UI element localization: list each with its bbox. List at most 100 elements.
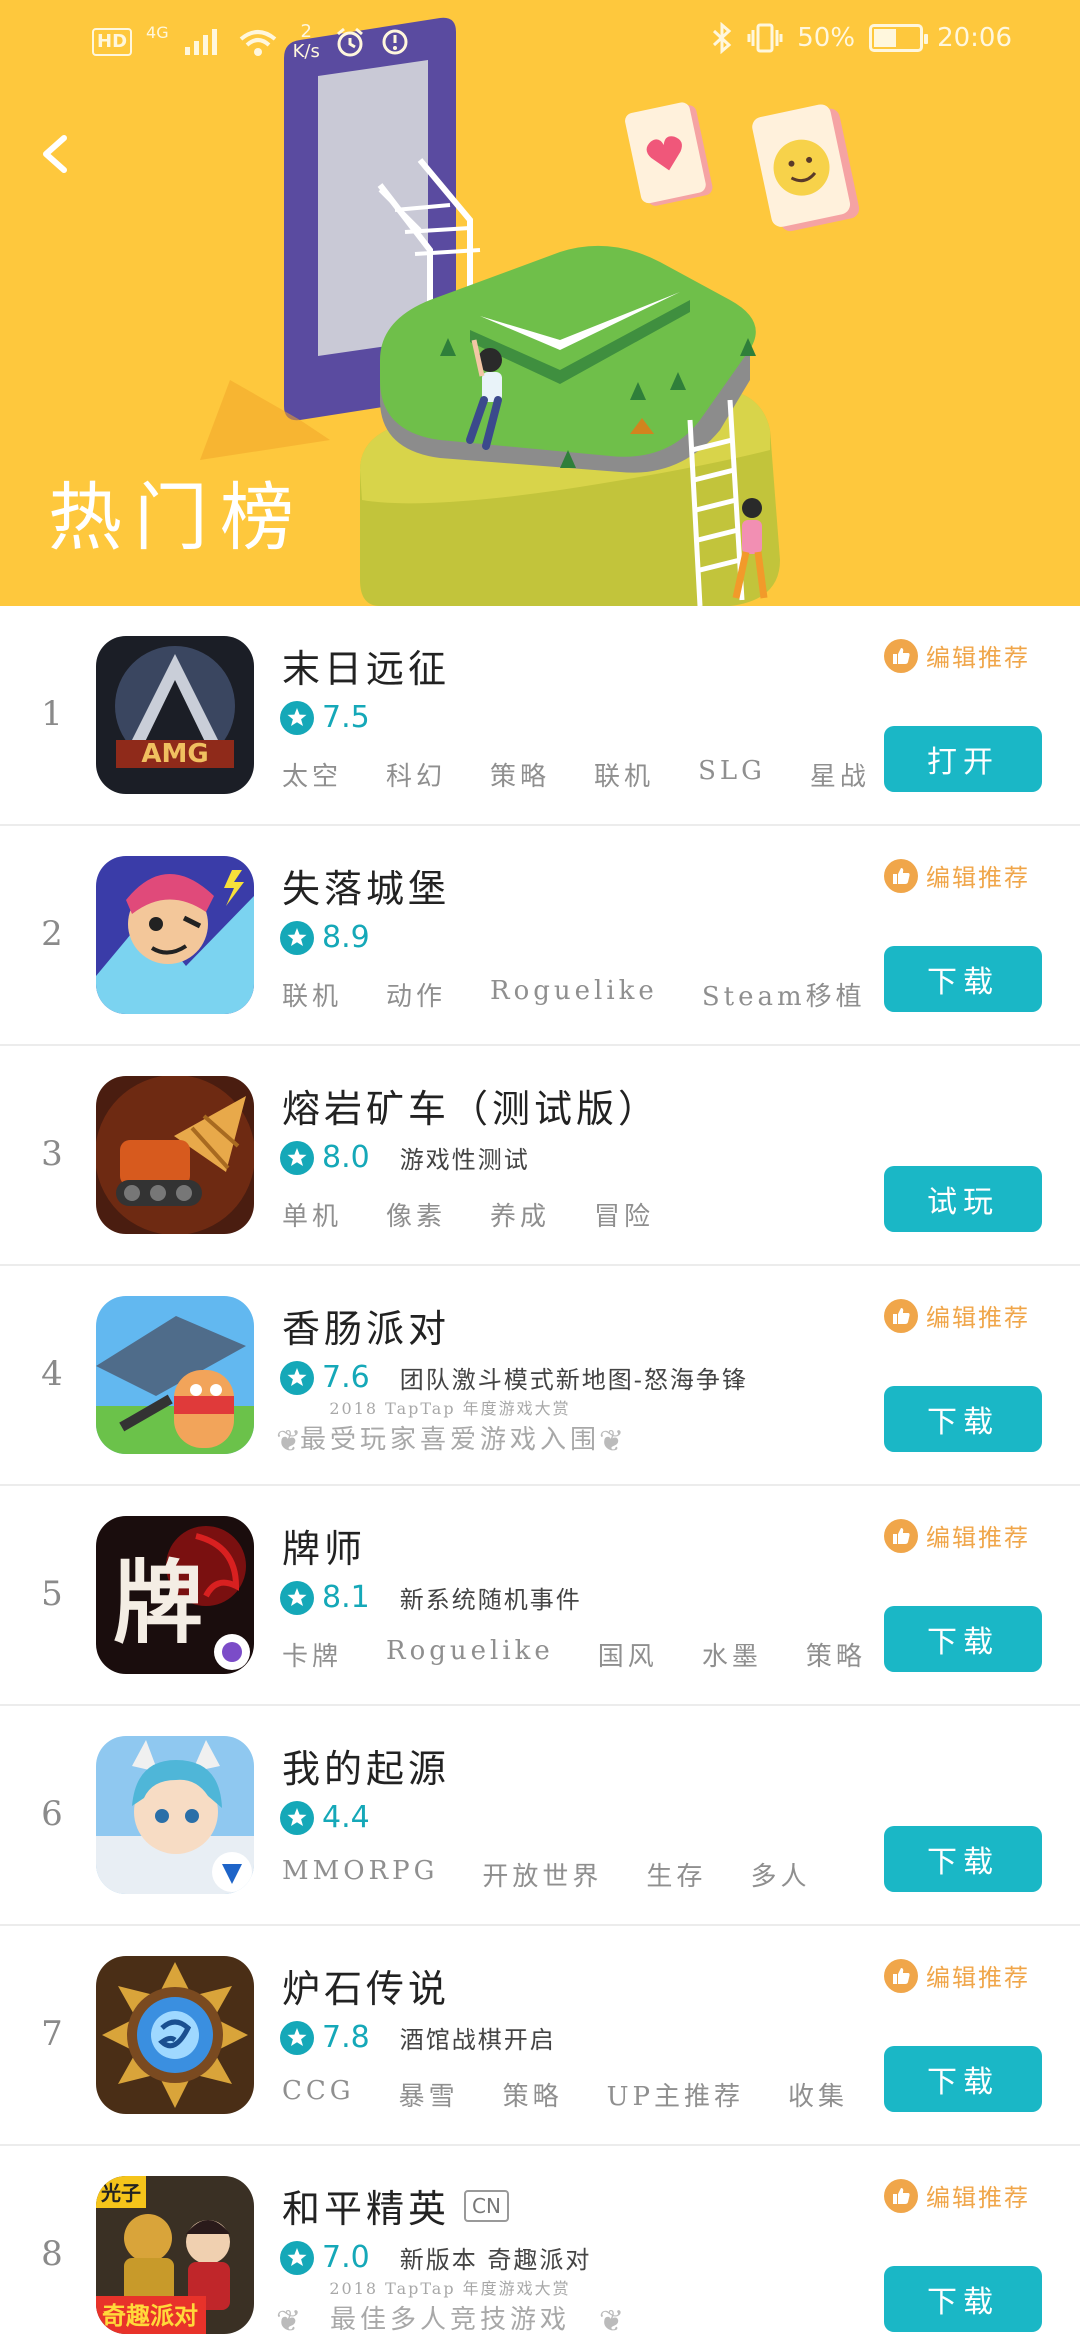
tag[interactable]: 太空	[282, 756, 342, 793]
app-row-7[interactable]: 7 炉石传说 7.8 酒馆战棋开启 CCG 暴雪 策略 UP主推荐 收集 编辑推荐 下载	[0, 1926, 1080, 2146]
action-button[interactable]: 下载	[884, 1826, 1042, 1892]
tag[interactable]: 国风	[598, 1636, 658, 1673]
battery-icon	[869, 24, 929, 52]
thumbs-up-icon	[884, 2178, 918, 2213]
app-row-3[interactable]: 3 熔岩矿车（测试版） 8.0 游戏性测试 单机 像素 养成 冒险 试玩	[0, 1046, 1080, 1266]
rating-line: 4.4	[280, 1800, 400, 1835]
editor-recommend-badge: 编辑推荐	[884, 1518, 1030, 1553]
update-note: 团队激斗模式新地图-怒海争锋	[399, 1366, 748, 1394]
tag[interactable]: 水墨	[702, 1636, 762, 1673]
tag[interactable]: 策略	[806, 1636, 866, 1673]
laurel-left-icon: ❦	[276, 2304, 302, 2339]
app-name-text[interactable]: 末日远征	[282, 638, 450, 693]
app-name[interactable]: 香肠派对	[282, 1298, 450, 1353]
app-name-text[interactable]: 和平精英	[282, 2178, 450, 2233]
tag[interactable]: 策略	[503, 2076, 563, 2113]
tag[interactable]: MMORPG	[282, 1856, 438, 1893]
update-note: 酒馆战棋开启	[399, 2026, 556, 2054]
app-name[interactable]: 末日远征	[282, 638, 450, 693]
tag[interactable]: Roguelike	[490, 976, 658, 1013]
tag[interactable]: Roguelike	[386, 1636, 554, 1673]
app-name-text[interactable]: 熔岩矿车（测试版）	[282, 1078, 660, 1133]
app-name-text[interactable]: 牌师	[282, 1518, 366, 1573]
editor-recommend-badge: 编辑推荐	[884, 858, 1030, 893]
tag[interactable]: 单机	[282, 1196, 342, 1233]
app-name[interactable]: 熔岩矿车（测试版）	[282, 1078, 660, 1133]
tag[interactable]: UP主推荐	[607, 2076, 744, 2113]
app-name[interactable]: 炉石传说	[282, 1958, 450, 2013]
tag-list: 太空 科幻 策略 联机 SLG 星战	[282, 756, 870, 793]
tag[interactable]: 暴雪	[399, 2076, 459, 2113]
lava-drill-icon[interactable]	[96, 1076, 254, 1234]
star-icon	[280, 1140, 314, 1175]
app-name-text[interactable]: 我的起源	[282, 1738, 450, 1793]
alarm-icon	[336, 27, 363, 57]
rating-score: 7.5	[322, 700, 370, 735]
tag[interactable]: CCG	[282, 2076, 355, 2113]
back-button[interactable]	[30, 122, 78, 186]
app-name[interactable]: 牌师	[282, 1518, 366, 1573]
tag[interactable]: 联机	[282, 976, 342, 1013]
tag-list: 卡牌 Roguelike 国风 水墨 策略	[282, 1636, 866, 1673]
tag[interactable]: 科幻	[386, 756, 446, 793]
app-row-8[interactable]: 8 光子 奇趣派对 和平精英 CN 7.0 新版本 奇趣派对 编辑推荐 下载 ❦ 20…	[0, 2146, 1080, 2340]
clock: 20:06	[937, 23, 1012, 53]
app-name-text[interactable]: 失落城堡	[282, 858, 450, 913]
action-button[interactable]: 下载	[884, 2266, 1042, 2332]
action-button[interactable]: 下载	[884, 946, 1042, 1012]
rating-line: 7.0 新版本 奇趣派对	[280, 2240, 591, 2275]
svg-text:奇趣派对: 奇趣派对	[102, 2302, 198, 2330]
app-row-4[interactable]: 4 香肠派对 7.6 团队激斗模式新地图-怒海争锋 编辑推荐 下载 ❦ 2018 …	[0, 1266, 1080, 1486]
app-name-text[interactable]: 炉石传说	[282, 1958, 450, 2013]
rating-line: 8.9	[280, 920, 400, 955]
tag[interactable]: 策略	[490, 756, 550, 793]
pai-shi-icon[interactable]: 牌	[96, 1516, 254, 1674]
tag[interactable]: 像素	[386, 1196, 446, 1233]
tag[interactable]: 动作	[386, 976, 446, 1013]
star-icon	[280, 2020, 314, 2055]
vibrate-icon	[747, 23, 783, 53]
rating-score: 8.9	[322, 920, 370, 955]
tag[interactable]: 养成	[490, 1196, 550, 1233]
tag[interactable]: 收集	[788, 2076, 848, 2113]
thumbs-up-icon	[884, 638, 918, 673]
star-icon	[280, 1360, 314, 1395]
tag[interactable]: Steam移植	[702, 976, 866, 1013]
tag[interactable]: 星战	[810, 756, 870, 793]
tag[interactable]: 多人	[750, 1856, 810, 1893]
tag[interactable]: 冒险	[594, 1196, 654, 1233]
app-row-6[interactable]: 6 我的起源 4.4 MMORPG 开放世界 生存 多人 下载	[0, 1706, 1080, 1926]
rating-score: 7.6	[322, 1360, 370, 1395]
my-origin-icon[interactable]	[96, 1736, 254, 1894]
tag[interactable]: 卡牌	[282, 1636, 342, 1673]
action-button[interactable]: 下载	[884, 2046, 1042, 2112]
tag[interactable]: 开放世界	[482, 1856, 602, 1893]
action-button[interactable]: 下载	[884, 1386, 1042, 1452]
app-name[interactable]: 失落城堡	[282, 858, 450, 913]
app-row-1[interactable]: 1 AMG 末日远征 7.5 太空 科幻 策略 联机 SLG 星战 编辑推荐 打开	[0, 606, 1080, 826]
hearthstone-icon[interactable]	[96, 1956, 254, 2114]
app-name[interactable]: 和平精英 CN	[282, 2178, 509, 2233]
editor-recommend-badge: 编辑推荐	[884, 638, 1030, 673]
tag[interactable]: 生存	[646, 1856, 706, 1893]
app-row-5[interactable]: 5 牌 牌师 8.1 新系统随机事件 卡牌 Roguelike 国风 水墨 策略 编辑推…	[0, 1486, 1080, 1706]
region-badge: CN	[464, 2189, 509, 2222]
sausage-party-icon[interactable]	[96, 1296, 254, 1454]
lost-castle-icon[interactable]	[96, 856, 254, 1014]
rating-score: 7.8	[322, 2020, 370, 2055]
action-button[interactable]: 下载	[884, 1606, 1042, 1672]
tag[interactable]: 联机	[594, 756, 654, 793]
app-row-2[interactable]: 2 失落城堡 8.9 联机 动作 Roguelike Steam移植 编辑推荐 下载	[0, 826, 1080, 1046]
svg-text:牌: 牌	[113, 1550, 203, 1656]
tag-list: 联机 动作 Roguelike Steam移植	[282, 976, 866, 1013]
app-name-text[interactable]: 香肠派对	[282, 1298, 450, 1353]
hd-voice-badge: HD	[92, 28, 133, 56]
laurel-right-icon: ❦	[598, 1424, 624, 1459]
peace-elite-icon[interactable]: 光子 奇趣派对	[96, 2176, 254, 2334]
app-name[interactable]: 我的起源	[282, 1738, 450, 1793]
amg-icon[interactable]: AMG	[96, 636, 254, 794]
action-button[interactable]: 打开	[884, 726, 1042, 792]
action-button[interactable]: 试玩	[884, 1166, 1042, 1232]
rank-number: 4	[41, 1354, 63, 1394]
tag[interactable]: SLG	[698, 756, 766, 793]
